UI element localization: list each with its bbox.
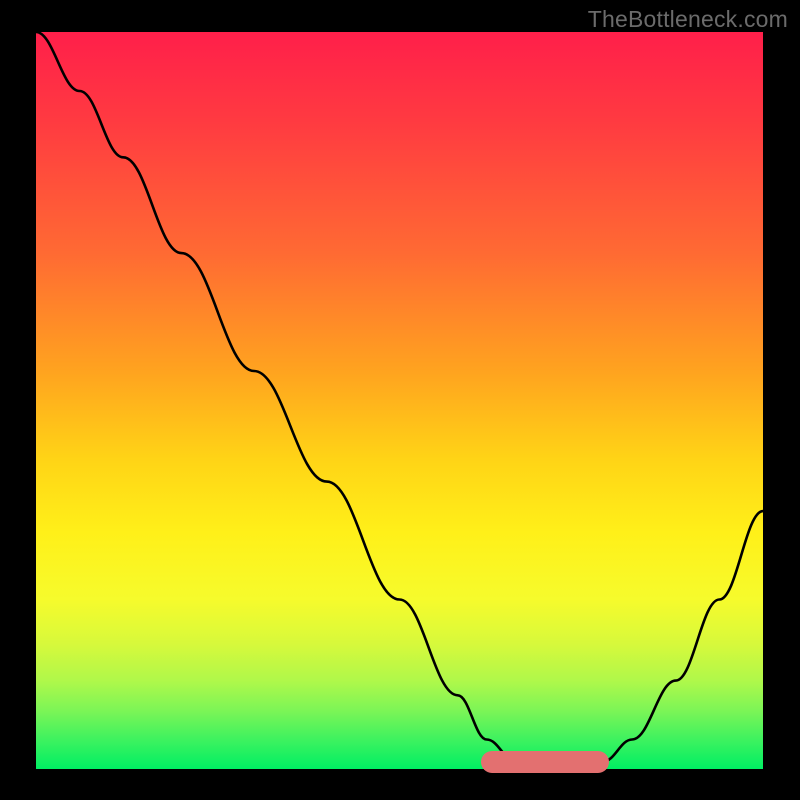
optimal-range-marker: [481, 751, 609, 773]
bottleneck-curve: [36, 32, 763, 769]
plot-area: [36, 32, 763, 769]
chart-frame: TheBottleneck.com: [0, 0, 800, 800]
watermark-text: TheBottleneck.com: [588, 6, 788, 33]
